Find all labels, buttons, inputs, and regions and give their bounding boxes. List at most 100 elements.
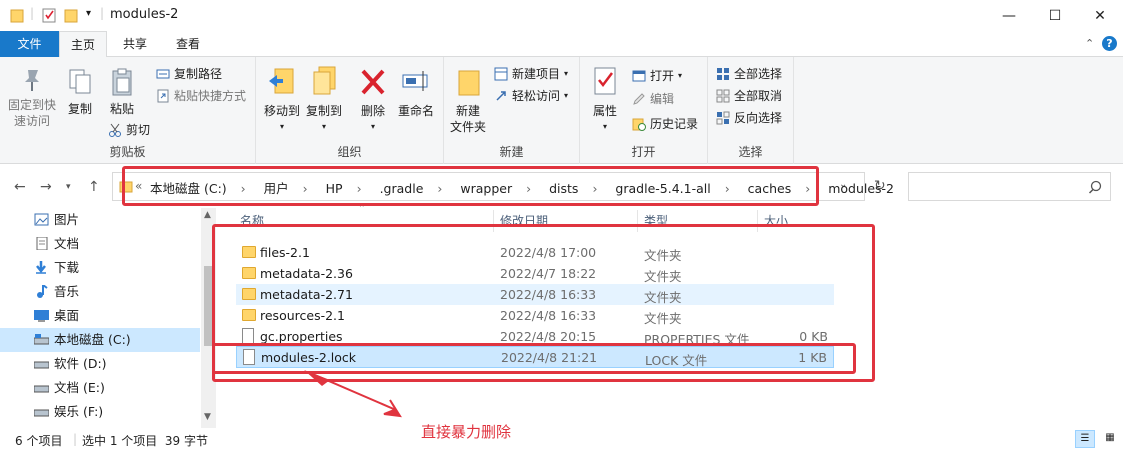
search-input[interactable] [908,172,1111,201]
folder-icon [10,9,24,23]
scroll-up-icon[interactable]: ▲ [204,210,211,220]
pin-quick-access-button[interactable]: 固定到快 速访问 [6,67,58,129]
move-to-button[interactable]: 移动到 ▾ [262,65,302,135]
large-icons-view-icon[interactable]: ▦ [1100,430,1120,448]
scissors-icon [109,123,121,137]
delete-icon [361,69,385,95]
organize-group: 移动到 ▾ 复制到 ▾ 删除 ▾ 重命名 组织 [256,57,444,164]
select-none-label: 全部取消 [734,89,783,103]
nav-item-d-drive[interactable]: 软件 (D:) [0,352,200,376]
new-folder-button[interactable]: 新建 文件夹 [448,65,488,135]
move-to-icon [269,68,294,94]
window-title: modules-2 [110,7,179,22]
easy-access-button[interactable]: 轻松访问 ▾ [494,87,568,104]
invert-selection-label: 反向选择 [734,111,783,125]
nav-item-c-drive[interactable]: 本地磁盘 (C:) [0,328,200,352]
drive-icon [34,385,49,393]
new-group: 新建 文件夹 新建项目 ▾ 轻松访问 ▾ 新建 [444,57,580,164]
tab-share[interactable]: 共享 [113,31,157,57]
title-bar: | ▾ | modules-2 — ☐ ✕ [0,0,1123,31]
download-icon [36,261,46,274]
new-folder-icon [458,70,480,96]
drive-icon [34,361,49,369]
recent-locations-icon[interactable]: ▾ [66,182,71,192]
copy-label: 复制 [67,102,92,116]
copy-button[interactable]: 复制 [64,67,96,117]
copy-path-button[interactable]: 复制路径 [156,65,222,82]
new-item-icon [494,67,508,80]
properties-quick-icon[interactable] [42,7,56,23]
select-none-icon [716,89,730,102]
tab-file[interactable]: 文件 [0,31,59,57]
paste-button[interactable]: 粘贴 [106,67,138,117]
annotation-arrow [304,370,402,418]
tab-view[interactable]: 查看 [165,31,211,57]
new-folder-label: 新建 文件夹 [449,104,486,134]
nav-label: 文档 (E:) [54,380,105,395]
cut-button[interactable]: 剪切 [108,121,150,138]
nav-item-music[interactable]: 音乐 [0,280,200,304]
maximize-button[interactable]: ☐ [1032,0,1078,31]
open-group-label: 打开 [631,145,656,159]
item-count: 6 个项目 [15,434,63,448]
properties-button[interactable]: 属性 ▾ [588,65,622,135]
open-button[interactable]: 打开 ▾ [632,67,682,84]
nav-item-downloads[interactable]: 下载 [0,256,200,280]
new-group-label: 新建 [499,145,524,159]
edit-button[interactable]: 编辑 [632,90,674,107]
cut-label: 剪切 [126,123,151,137]
copy-path-icon [156,69,170,78]
scroll-down-icon[interactable]: ▼ [204,412,211,422]
nav-item-f-drive[interactable]: 娱乐 (F:) [0,400,200,424]
rename-label: 重命名 [397,104,434,118]
collapse-ribbon-icon[interactable]: ⌃ [1085,37,1094,50]
music-icon [37,285,48,298]
nav-item-e-drive[interactable]: 文档 (E:) [0,376,200,400]
paste-shortcut-button[interactable]: 粘贴快捷方式 [156,87,246,104]
copy-to-button[interactable]: 复制到 ▾ [304,65,344,135]
properties-label: 属性 [592,104,617,118]
new-folder-quick-icon[interactable] [64,7,78,23]
rename-button[interactable]: 重命名 [394,65,438,119]
nav-label: 本地磁盘 (C:) [54,332,131,347]
invert-selection-button[interactable]: 反向选择 [716,109,782,126]
nav-label: 下载 [54,260,80,275]
nav-item-desktop[interactable]: 桌面 [0,304,200,328]
easy-access-label: 轻松访问 [512,89,561,103]
up-arrow-icon[interactable]: ↑ [88,179,100,195]
quick-access-dropdown-icon[interactable]: ▾ [86,8,91,19]
tab-home[interactable]: 主页 [59,31,107,58]
select-all-button[interactable]: 全部选择 [716,65,782,82]
nav-item-pictures[interactable]: 图片 [0,208,200,232]
clipboard-group: 固定到快 速访问 复制 粘贴 复制路径 粘贴快捷方式 剪切 剪贴板 [0,57,256,164]
documents-icon [36,237,48,250]
history-button[interactable]: 历史记录 [632,115,698,132]
select-all-label: 全部选择 [734,67,783,81]
desktop-icon [34,310,49,322]
copy-icon [69,69,91,94]
invert-selection-icon [716,111,730,124]
status-bar: 6 个项目 | 选中 1 个项目 39 字节 ☰ ▦ [0,428,1123,452]
help-icon[interactable]: ? [1102,36,1117,51]
new-item-button[interactable]: 新建项目 ▾ [494,65,568,82]
pictures-icon [34,213,49,226]
paste-shortcut-icon [157,89,169,102]
select-none-button[interactable]: 全部取消 [716,87,782,104]
easy-access-dropdown-icon: ▾ [564,91,569,100]
nav-label: 音乐 [54,284,80,299]
details-view-icon[interactable]: ☰ [1075,430,1095,448]
minimize-button[interactable]: — [986,0,1032,31]
nav-item-documents[interactable]: 文档 [0,232,200,256]
drive-icon [34,409,49,417]
back-arrow-icon[interactable]: ← [14,179,26,195]
delete-button[interactable]: 删除 ▾ [356,65,390,135]
forward-arrow-icon[interactable]: → [40,179,52,195]
open-group: 属性 ▾ 打开 ▾ 编辑 历史记录 打开 [580,57,708,164]
refresh-icon[interactable]: ↻ [874,178,886,194]
move-to-dropdown-icon: ▾ [279,122,284,131]
copy-to-label: 复制到 [305,104,342,118]
ribbon-tabs: 文件 主页 共享 查看 ⌃ ? [0,31,1123,58]
history-label: 历史记录 [650,117,699,131]
close-button[interactable]: ✕ [1077,0,1123,31]
paste-label: 粘贴 [109,102,134,116]
